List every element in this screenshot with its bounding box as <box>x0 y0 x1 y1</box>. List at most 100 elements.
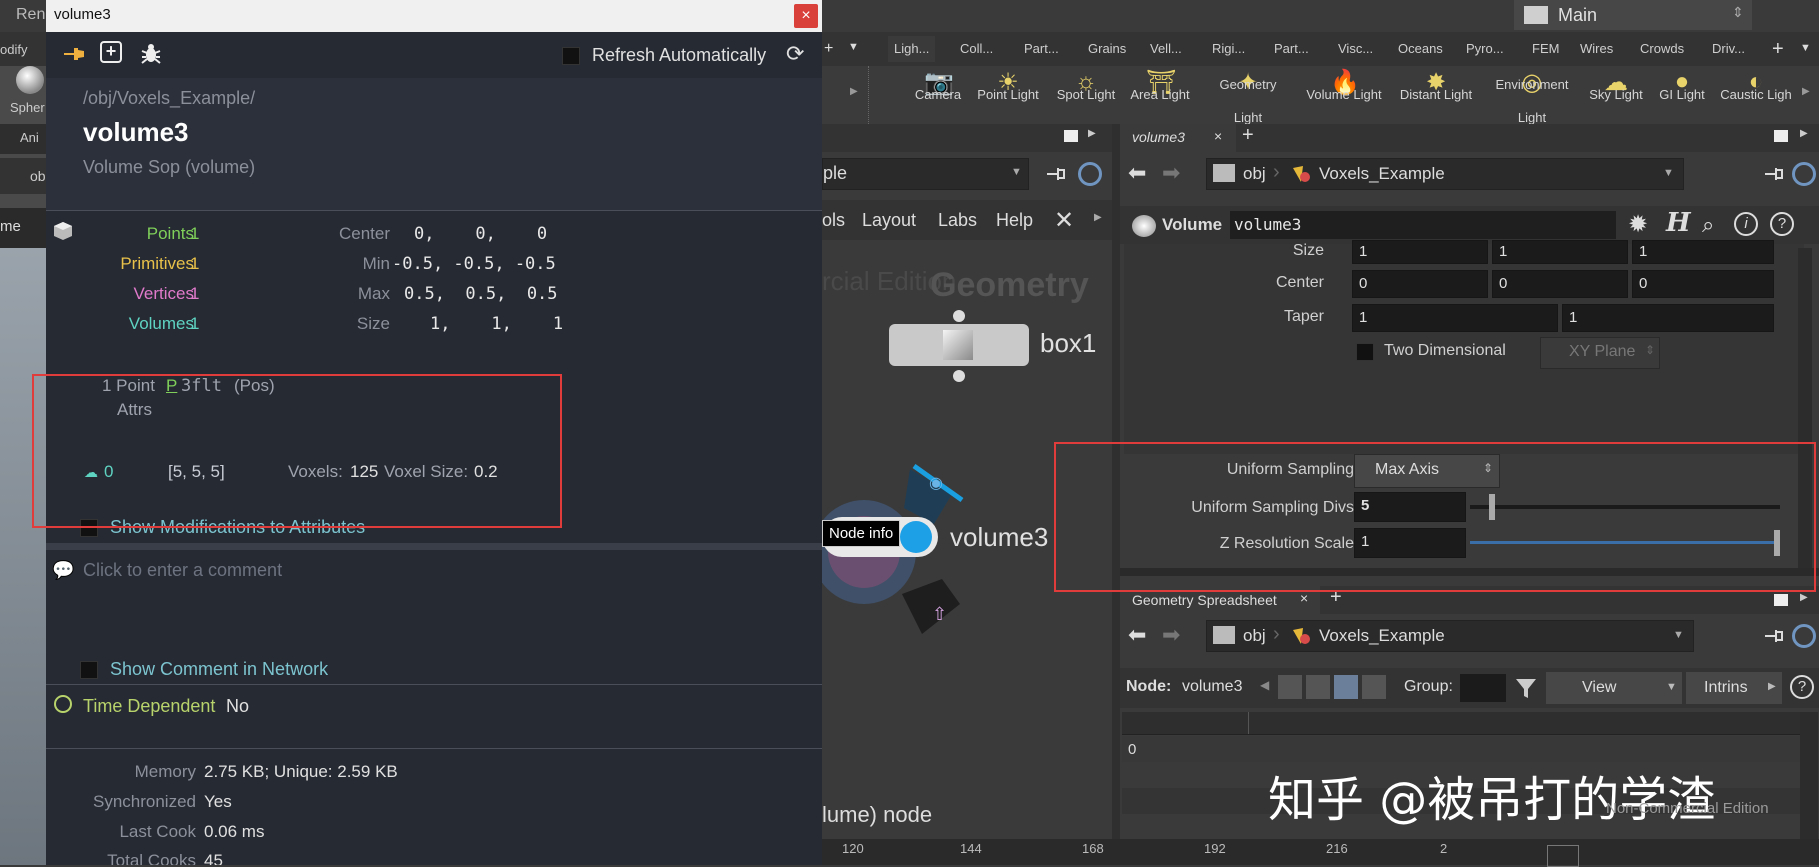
shelf-tools-scroll-icon[interactable]: ▶ <box>1802 86 1810 97</box>
viewport-tab-fragment[interactable]: me <box>0 218 21 235</box>
size-z-field[interactable]: 1 <box>1632 240 1774 264</box>
render-flag-icon[interactable] <box>900 521 932 553</box>
path-dropdown-icon[interactable]: ▼ <box>1663 167 1674 179</box>
node-name-field[interactable]: volume3 <box>1230 211 1616 239</box>
link-icon[interactable] <box>1078 162 1102 186</box>
network-path-bar[interactable]: ple ▼ <box>822 158 1029 190</box>
center-x-field[interactable]: 0 <box>1352 270 1488 298</box>
size-y-field[interactable]: 1 <box>1492 240 1628 264</box>
shelf-tool-label[interactable]: Distant Light <box>1386 88 1486 102</box>
menu-tools[interactable]: ols <box>822 210 845 231</box>
shelf-tool-label[interactable]: Caustic Ligh <box>1706 88 1806 102</box>
pin-icon[interactable] <box>1762 626 1786 646</box>
node-output-port[interactable] <box>953 370 965 382</box>
popup-title-bar[interactable]: volume3 × <box>46 0 822 32</box>
shelf-tab[interactable]: Visc... <box>1332 36 1379 62</box>
display-flag-icon[interactable]: ◉ <box>929 473 943 493</box>
shelf-tab[interactable]: Wires <box>1574 36 1619 62</box>
shelf-tool-label[interactable]: Volume Light <box>1294 88 1394 102</box>
path-dropdown-icon[interactable]: ▼ <box>1011 166 1022 178</box>
tab-menu-arrow-icon[interactable]: ▼ <box>1800 42 1811 54</box>
link-icon[interactable] <box>1792 162 1816 186</box>
toolbar-left-arrow-icon[interactable]: ◀ <box>1260 678 1269 692</box>
forward-arrow-icon[interactable]: ➡ <box>1162 160 1180 186</box>
menu-labs[interactable]: Labs <box>938 210 977 231</box>
wrench-icon[interactable]: ✕ <box>1054 206 1074 235</box>
pane-arrow-icon[interactable]: ▶ <box>1800 592 1808 603</box>
primitives-filter-icon[interactable] <box>1334 675 1358 699</box>
menu-layout[interactable]: Layout <box>862 210 916 231</box>
vertices-filter-icon[interactable] <box>1306 675 1330 699</box>
box1-node[interactable] <box>889 324 1029 366</box>
timeline-button[interactable] <box>1547 845 1579 867</box>
pin-icon[interactable] <box>1762 164 1786 184</box>
shelf-tab[interactable]: Oceans <box>1392 36 1449 62</box>
shelf-tool-label[interactable]: Area Light <box>1110 88 1210 102</box>
path-dropdown-icon[interactable]: ▼ <box>1673 629 1684 641</box>
shelf-tool-label[interactable]: Geometry <box>1198 78 1298 92</box>
path-network[interactable]: Voxels_Example <box>1319 164 1445 184</box>
shelf-tab[interactable]: Part... <box>1018 36 1065 62</box>
add-tab-icon[interactable]: + <box>1242 124 1254 147</box>
group-field[interactable] <box>1460 674 1506 702</box>
shelf-tab[interactable]: Grains <box>1082 36 1132 62</box>
timeline[interactable]: 120 144 168 192 216 2 <box>822 839 1819 867</box>
detail-filter-icon[interactable] <box>1362 675 1386 699</box>
path-obj[interactable]: obj <box>1243 626 1266 646</box>
path-obj[interactable]: obj <box>1243 164 1266 184</box>
link-icon[interactable] <box>1792 624 1816 648</box>
center-y-field[interactable]: 0 <box>1492 270 1628 298</box>
add-icon[interactable]: + <box>100 41 122 63</box>
pin-icon[interactable] <box>60 42 86 66</box>
maximize-pane-icon[interactable] <box>1064 130 1078 142</box>
help-icon[interactable]: ? <box>1790 675 1814 699</box>
info-icon[interactable]: i <box>1734 212 1758 236</box>
tab-volume3[interactable]: volume3 × <box>1120 124 1236 152</box>
spreadsheet-scrollbar[interactable] <box>1800 712 1818 839</box>
shelf-tab[interactable]: Pyro... <box>1460 36 1510 62</box>
shelf-tab[interactable]: Crowds <box>1634 36 1690 62</box>
toolbar-right-arrow-icon[interactable]: ▶ <box>1768 681 1776 692</box>
shelf-tab[interactable]: Driv... <box>1706 36 1751 62</box>
add-tab-icon[interactable]: + <box>1772 38 1784 61</box>
maximize-pane-icon[interactable] <box>1774 130 1788 142</box>
refresh-auto-checkbox[interactable] <box>562 47 580 65</box>
obj-fragment[interactable]: ob <box>30 168 46 184</box>
taper-y-field[interactable]: 1 <box>1562 304 1774 332</box>
pane-arrow-icon[interactable]: ▶ <box>1088 128 1096 139</box>
two-dimensional-checkbox[interactable] <box>1356 343 1374 361</box>
close-tab-icon[interactable]: × <box>1214 128 1222 144</box>
column-divider[interactable] <box>1248 712 1249 734</box>
menu-help[interactable]: Help <box>996 210 1033 231</box>
show-comment-label[interactable]: Show Comment in Network <box>110 659 328 680</box>
intrinsics-select[interactable]: Intrins ▶ <box>1686 672 1782 704</box>
comment-field[interactable]: Click to enter a comment <box>83 560 282 581</box>
sphere-icon[interactable] <box>16 66 44 94</box>
param-path-bar[interactable]: obj › Voxels_Example ▼ <box>1206 158 1684 190</box>
help-h-icon[interactable]: H <box>1666 208 1691 238</box>
search-icon[interactable]: ⌕ <box>1702 212 1714 238</box>
menubar-arrow-icon[interactable]: ▶ <box>1094 212 1102 223</box>
back-arrow-icon[interactable]: ⬅ <box>1128 160 1146 186</box>
shelf-tab[interactable]: Vell... <box>1144 36 1188 62</box>
view-select[interactable]: View ▼ <box>1546 672 1682 704</box>
template-flag-icon[interactable]: ⇧ <box>932 604 947 625</box>
maximize-pane-icon[interactable] <box>1774 594 1788 606</box>
close-tab-icon[interactable]: × <box>1300 590 1308 606</box>
refresh-icon[interactable]: ⟳ <box>786 41 804 67</box>
gear-icon[interactable]: ✹ <box>1628 210 1648 239</box>
pin-icon[interactable] <box>1044 164 1068 184</box>
funnel-icon[interactable] <box>1512 674 1540 702</box>
table-row[interactable]: 0 <box>1122 736 1800 762</box>
shelf-tab[interactable]: Part... <box>1268 36 1315 62</box>
plane-select[interactable]: XY Plane ⇕ <box>1540 337 1660 369</box>
add-shelf-icon[interactable]: + <box>824 40 833 58</box>
forward-arrow-icon[interactable]: ➡ <box>1162 622 1180 648</box>
center-z-field[interactable]: 0 <box>1632 270 1774 298</box>
size-x-field[interactable]: 1 <box>1352 240 1488 264</box>
path-network[interactable]: Voxels_Example <box>1319 626 1445 646</box>
show-comment-checkbox[interactable] <box>80 661 98 679</box>
taper-x-field[interactable]: 1 <box>1352 304 1558 332</box>
shelf-menu-arrow-icon[interactable]: ▼ <box>848 41 859 53</box>
node-input-port[interactable] <box>953 310 965 322</box>
